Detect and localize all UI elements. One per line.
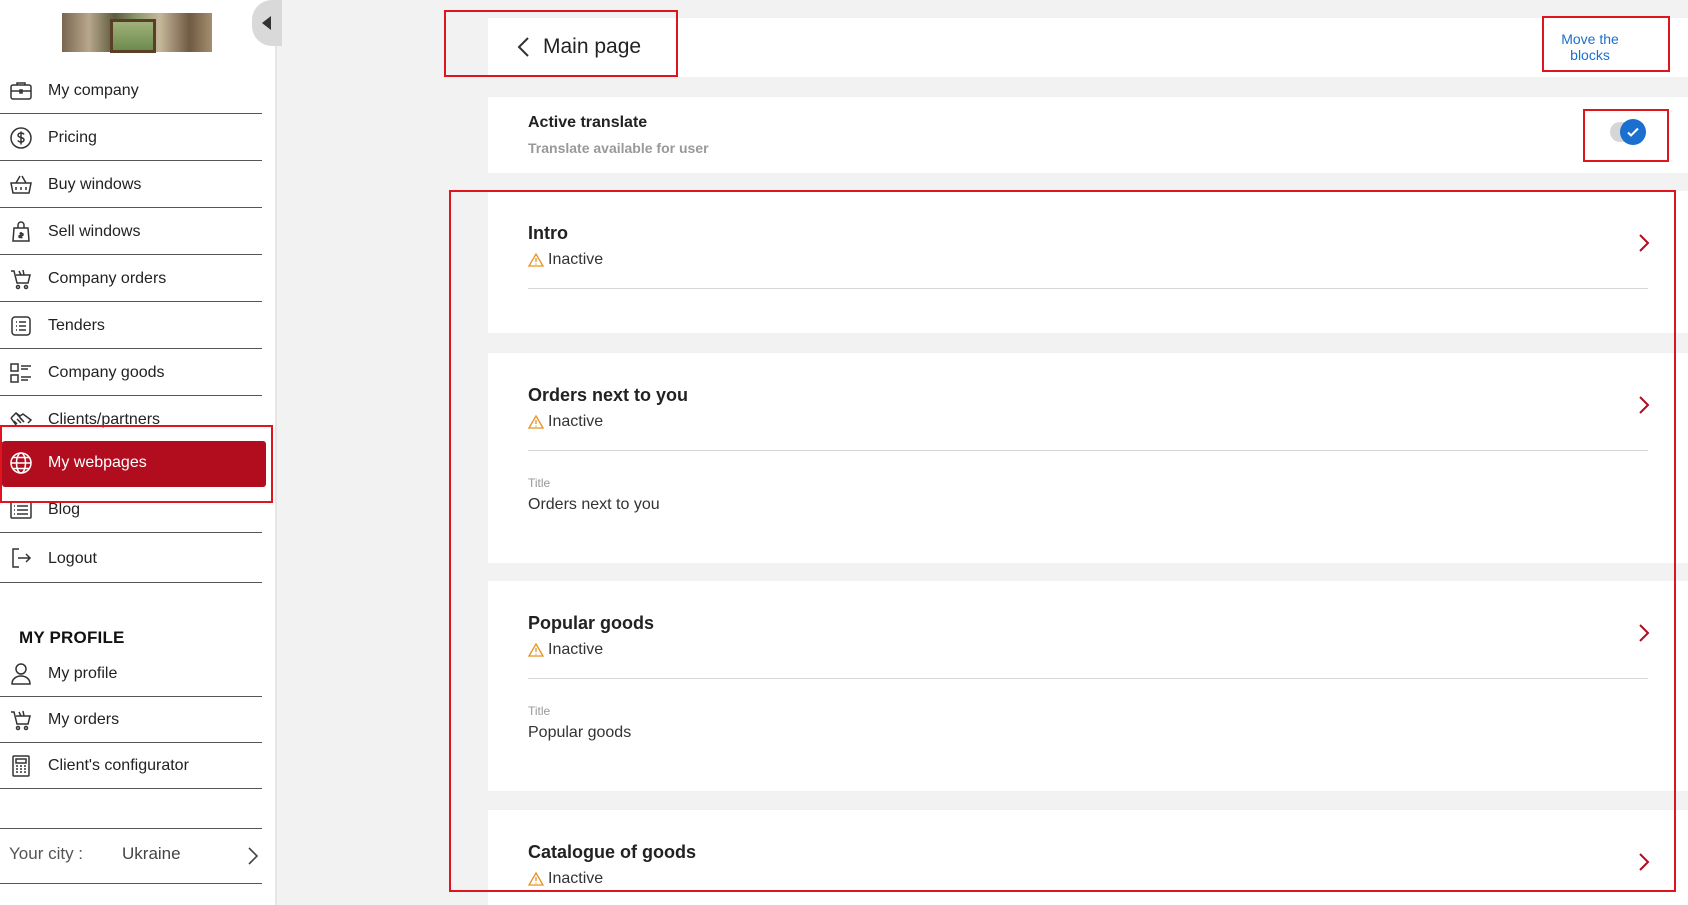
toggle-knob[interactable] bbox=[1620, 119, 1646, 145]
warning-icon bbox=[528, 415, 544, 429]
active-translate-title: Active translate bbox=[528, 114, 648, 131]
divider bbox=[528, 450, 1648, 451]
sidebar-item-label: Logout bbox=[48, 549, 97, 567]
block-status-text: Inactive bbox=[548, 251, 604, 268]
calculator-icon bbox=[8, 754, 34, 778]
page-title: Main page bbox=[543, 35, 642, 58]
shopping-bag-icon bbox=[8, 220, 34, 244]
sidebar-item-label: Company goods bbox=[48, 363, 165, 381]
sidebar-item-tenders[interactable]: Tenders bbox=[0, 303, 262, 349]
block-title: Catalogue of goods bbox=[528, 842, 696, 862]
chevron-right-icon[interactable] bbox=[1638, 395, 1650, 415]
block-status: Inactive bbox=[528, 413, 603, 431]
sidebar-item-label: Sell windows bbox=[48, 222, 141, 240]
block-card-catalogue-of-goods[interactable]: Catalogue of goods Inactive bbox=[488, 810, 1688, 905]
city-value: Ukraine bbox=[122, 844, 181, 863]
field-value: Popular goods bbox=[528, 724, 632, 741]
sidebar-item-my-webpages[interactable]: My webpages bbox=[0, 440, 266, 487]
move-blocks-link[interactable]: Move the blocks bbox=[1545, 31, 1635, 63]
basket-icon bbox=[8, 173, 34, 197]
page-header: Main page Move the blocks bbox=[488, 18, 1688, 77]
field-label: Title bbox=[528, 476, 551, 490]
sidebar-item-label: Company orders bbox=[48, 269, 167, 287]
warning-icon bbox=[528, 643, 544, 657]
sidebar-item-label: Blog bbox=[48, 500, 81, 518]
logout-icon bbox=[8, 546, 34, 570]
field-value: Orders next to you bbox=[528, 496, 660, 513]
chevron-right-icon[interactable] bbox=[1638, 852, 1650, 872]
checkmark-icon bbox=[1627, 127, 1639, 137]
sidebar-item-label: My profile bbox=[48, 664, 118, 682]
block-status-text: Inactive bbox=[548, 641, 604, 658]
sidebar-item-company-goods[interactable]: Company goods bbox=[0, 350, 262, 396]
divider bbox=[528, 678, 1648, 679]
block-card-intro[interactable]: Intro Inactive bbox=[488, 191, 1688, 333]
block-status-text: Inactive bbox=[548, 870, 604, 887]
cart-icon bbox=[8, 708, 34, 732]
sidebar-item-label: Tenders bbox=[48, 316, 105, 334]
sidebar-item-clients-configurator[interactable]: Client's configurator bbox=[0, 743, 262, 789]
list-icon bbox=[8, 314, 34, 338]
block-title: Orders next to you bbox=[528, 385, 689, 405]
city-selector[interactable]: Your city : Ukraine bbox=[0, 828, 262, 884]
chevron-left-icon[interactable] bbox=[516, 36, 530, 58]
sidebar-item-label: Buy windows bbox=[48, 175, 142, 193]
block-status: Inactive bbox=[528, 251, 603, 269]
block-status: Inactive bbox=[528, 870, 603, 888]
city-label: Your city : bbox=[9, 844, 84, 863]
sidebar-item-logout[interactable]: Logout bbox=[0, 535, 262, 583]
sidebar-item-label: My webpages bbox=[48, 454, 147, 471]
sidebar-item-my-orders[interactable]: My orders bbox=[0, 697, 262, 743]
sidebar-item-label: My orders bbox=[48, 710, 120, 728]
sidebar-item-label: Clients/partners bbox=[48, 410, 161, 428]
block-status-text: Inactive bbox=[548, 413, 604, 430]
sidebar-item-clients-partners[interactable]: Clients/partners bbox=[0, 397, 262, 443]
sidebar-item-sell-windows[interactable]: Sell windows bbox=[0, 209, 262, 255]
divider bbox=[528, 288, 1648, 289]
block-title: Intro bbox=[528, 223, 568, 243]
my-profile-section-title: MY PROFILE bbox=[19, 628, 125, 647]
chevron-right-icon[interactable] bbox=[1638, 233, 1650, 253]
dollar-coin-icon bbox=[8, 126, 34, 150]
company-logo[interactable] bbox=[62, 13, 212, 53]
user-icon bbox=[8, 662, 34, 686]
triangle-left-icon bbox=[262, 16, 271, 30]
sidebar-item-company-orders[interactable]: Company orders bbox=[0, 256, 262, 302]
chevron-right-icon bbox=[248, 847, 258, 865]
warning-icon bbox=[528, 872, 544, 886]
active-translate-card: Active translate Translate available for… bbox=[488, 97, 1688, 173]
block-title: Popular goods bbox=[528, 613, 654, 633]
cart-icon bbox=[8, 267, 34, 291]
handshake-icon bbox=[8, 408, 34, 432]
sidebar-item-my-profile[interactable]: My profile bbox=[0, 651, 262, 697]
sidebar-item-label: My company bbox=[48, 81, 139, 99]
sidebar-item-pricing[interactable]: Pricing bbox=[0, 115, 262, 161]
sidebar-item-label: Pricing bbox=[48, 128, 97, 146]
sidebar-item-blog[interactable]: Blog bbox=[0, 487, 262, 533]
globe-icon bbox=[8, 451, 34, 475]
briefcase-icon bbox=[8, 79, 34, 103]
sidebar-item-buy-windows[interactable]: Buy windows bbox=[0, 162, 262, 208]
active-translate-subtitle: Translate available for user bbox=[528, 140, 709, 156]
block-card-orders-next-to-you[interactable]: Orders next to you Inactive Title Orders… bbox=[488, 353, 1688, 563]
warning-icon bbox=[528, 253, 544, 267]
chevron-right-icon[interactable] bbox=[1638, 623, 1650, 643]
sidebar-collapse-button[interactable] bbox=[252, 0, 282, 46]
block-card-popular-goods[interactable]: Popular goods Inactive Title Popular goo… bbox=[488, 581, 1688, 791]
blog-icon bbox=[8, 498, 34, 522]
sidebar-item-my-company[interactable]: My company bbox=[0, 68, 262, 114]
goods-list-icon bbox=[8, 361, 34, 385]
sidebar-item-label: Client's configurator bbox=[48, 756, 189, 774]
field-label: Title bbox=[528, 704, 551, 718]
sidebar: My company Pricing Buy windows Sell wind… bbox=[0, 0, 282, 905]
block-status: Inactive bbox=[528, 641, 603, 659]
